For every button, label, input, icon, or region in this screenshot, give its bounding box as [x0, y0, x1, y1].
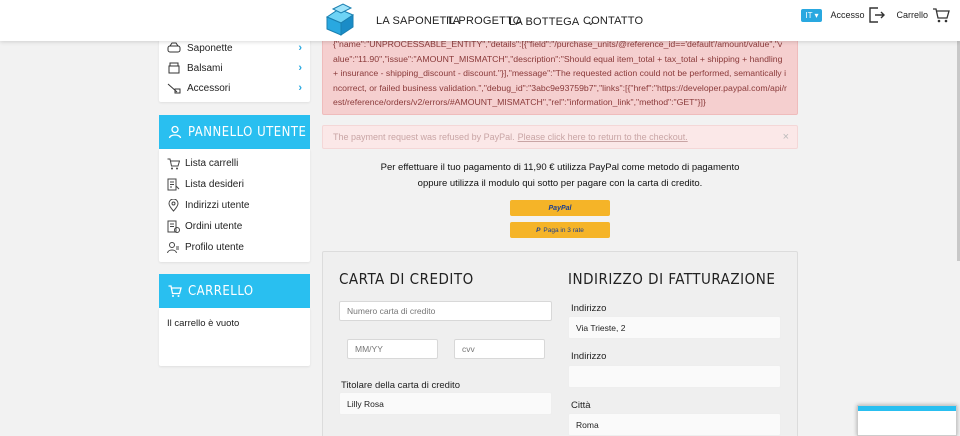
- billing-address-title: INDIRIZZO DI FATTURAZIONE: [568, 270, 776, 288]
- address2-label: Indirizzo: [571, 351, 607, 362]
- cart-empty-text: Il carrello è vuoto: [167, 318, 240, 329]
- caret-down-icon: ▾: [814, 10, 819, 20]
- user-menu-carts[interactable]: Lista carrelli: [159, 153, 310, 174]
- screenshot-thumbnail[interactable]: [857, 405, 957, 436]
- user-menu-label: Indirizzi utente: [185, 200, 250, 211]
- cart-list-icon: [167, 158, 180, 170]
- user-panel-body: Lista carrelli Lista desideri Indirizzi …: [159, 149, 310, 262]
- category-balsami[interactable]: Balsami ›: [159, 58, 310, 78]
- city-label: Città: [571, 400, 591, 411]
- cart-panel-body: Il carrello è vuoto: [159, 308, 310, 366]
- top-navbar: LA SAPONETTA IL PROGETTO LA BOTTEGA ⌄ CO…: [0, 0, 960, 41]
- chevron-right-icon: ›: [298, 82, 302, 94]
- error-alert: {"name":"UNPROCESSABLE_ENTITY","details"…: [322, 32, 798, 115]
- wishlist-icon: [167, 178, 180, 191]
- logout-icon[interactable]: [868, 6, 886, 24]
- payment-instructions: Per effettuare il tuo pagamento di 11,90…: [322, 160, 798, 192]
- language-label: IT: [805, 10, 813, 20]
- nav-contatto[interactable]: CONTATTO: [583, 15, 643, 27]
- brush-icon: [167, 83, 181, 94]
- site-logo-icon[interactable]: [323, 3, 357, 37]
- return-to-checkout-link[interactable]: Please click here to return to the check…: [518, 132, 688, 142]
- card-holder-label: Titolare della carta di credito: [341, 380, 460, 391]
- user-menu-label: Profilo utente: [185, 242, 244, 253]
- paypal-label: PayPal: [548, 204, 572, 212]
- category-list: Saponette › Balsami › Accessori ›: [159, 32, 310, 102]
- category-saponette[interactable]: Saponette ›: [159, 38, 310, 58]
- soap-icon: [167, 42, 181, 53]
- cart-panel: CARRELLO Il carrello è vuoto: [159, 274, 310, 366]
- language-selector[interactable]: IT ▾: [801, 8, 823, 22]
- error-alert-text: {"name":"UNPROCESSABLE_ENTITY","details"…: [333, 39, 787, 107]
- category-accessori[interactable]: Accessori ›: [159, 78, 310, 98]
- address-input[interactable]: Via Trieste, 2: [568, 316, 781, 339]
- thumbnail-bar: [858, 406, 956, 411]
- category-label: Accessori: [187, 82, 231, 94]
- location-pin-icon: [168, 199, 179, 212]
- profile-icon: [167, 242, 179, 254]
- paypal-paylater-button[interactable]: P Paga in 3 rate: [510, 222, 610, 238]
- card-expiry-input[interactable]: MM/YY: [347, 339, 438, 359]
- user-panel-header: PANNELLO UTENTE: [159, 115, 310, 149]
- address2-input[interactable]: [568, 365, 781, 388]
- balm-icon: [168, 62, 180, 74]
- payment-line-2: oppure utilizza il modulo qui sotto per …: [417, 178, 703, 189]
- cart-link[interactable]: Carrello: [896, 10, 928, 20]
- user-menu-label: Ordini utente: [185, 221, 243, 232]
- cart-panel-header: CARRELLO: [159, 274, 310, 308]
- paypal-p-icon: P: [536, 226, 541, 234]
- cart-panel-title: CARRELLO: [188, 283, 254, 299]
- credit-card-title: CARTA DI CREDITO: [339, 270, 474, 288]
- paypal-button[interactable]: PayPal: [510, 200, 610, 216]
- chevron-right-icon: ›: [298, 62, 302, 74]
- payment-line-1: Per effettuare il tuo pagamento di 11,90…: [380, 162, 740, 173]
- cart-icon: [168, 285, 182, 297]
- user-panel-title: PANNELLO UTENTE: [188, 124, 307, 140]
- orders-icon: [167, 220, 180, 233]
- category-label: Balsami: [187, 62, 223, 74]
- warning-alert: The payment request was refused by PayPa…: [322, 125, 798, 149]
- card-number-input[interactable]: Numero carta di credito: [339, 301, 552, 321]
- user-menu-profile[interactable]: Profilo utente: [159, 237, 310, 258]
- cart-icon[interactable]: [932, 6, 950, 24]
- user-panel: PANNELLO UTENTE Lista carrelli Lista des…: [159, 115, 310, 262]
- category-label: Saponette: [187, 42, 233, 54]
- sidebar: Saponette › Balsami › Accessori › PANNEL…: [159, 32, 310, 366]
- city-input[interactable]: Roma: [568, 413, 781, 436]
- nav-right-tools: IT ▾ Accesso Carrello: [801, 6, 950, 24]
- address-label: Indirizzo: [571, 303, 607, 314]
- login-link[interactable]: Accesso: [830, 10, 864, 20]
- user-menu-orders[interactable]: Ordini utente: [159, 216, 310, 237]
- user-menu-addresses[interactable]: Indirizzi utente: [159, 195, 310, 216]
- main-content: {"name":"UNPROCESSABLE_ENTITY","details"…: [322, 32, 798, 436]
- user-icon: [168, 125, 182, 139]
- payment-form-box: CARTA DI CREDITO Numero carta di credito…: [322, 251, 798, 436]
- user-menu-wishlist[interactable]: Lista desideri: [159, 174, 310, 195]
- user-menu-label: Lista desideri: [185, 179, 244, 190]
- card-holder-input[interactable]: Lilly Rosa: [339, 392, 552, 415]
- chevron-right-icon: ›: [298, 42, 302, 54]
- user-menu-label: Lista carrelli: [185, 158, 239, 169]
- card-cvv-input[interactable]: cvv: [454, 339, 545, 359]
- close-icon[interactable]: ×: [783, 131, 789, 143]
- warning-alert-text: The payment request was refused by PayPa…: [333, 132, 515, 142]
- nav-la-bottega-label: LA BOTTEGA: [509, 16, 579, 28]
- paylater-label: Paga in 3 rate: [543, 226, 584, 234]
